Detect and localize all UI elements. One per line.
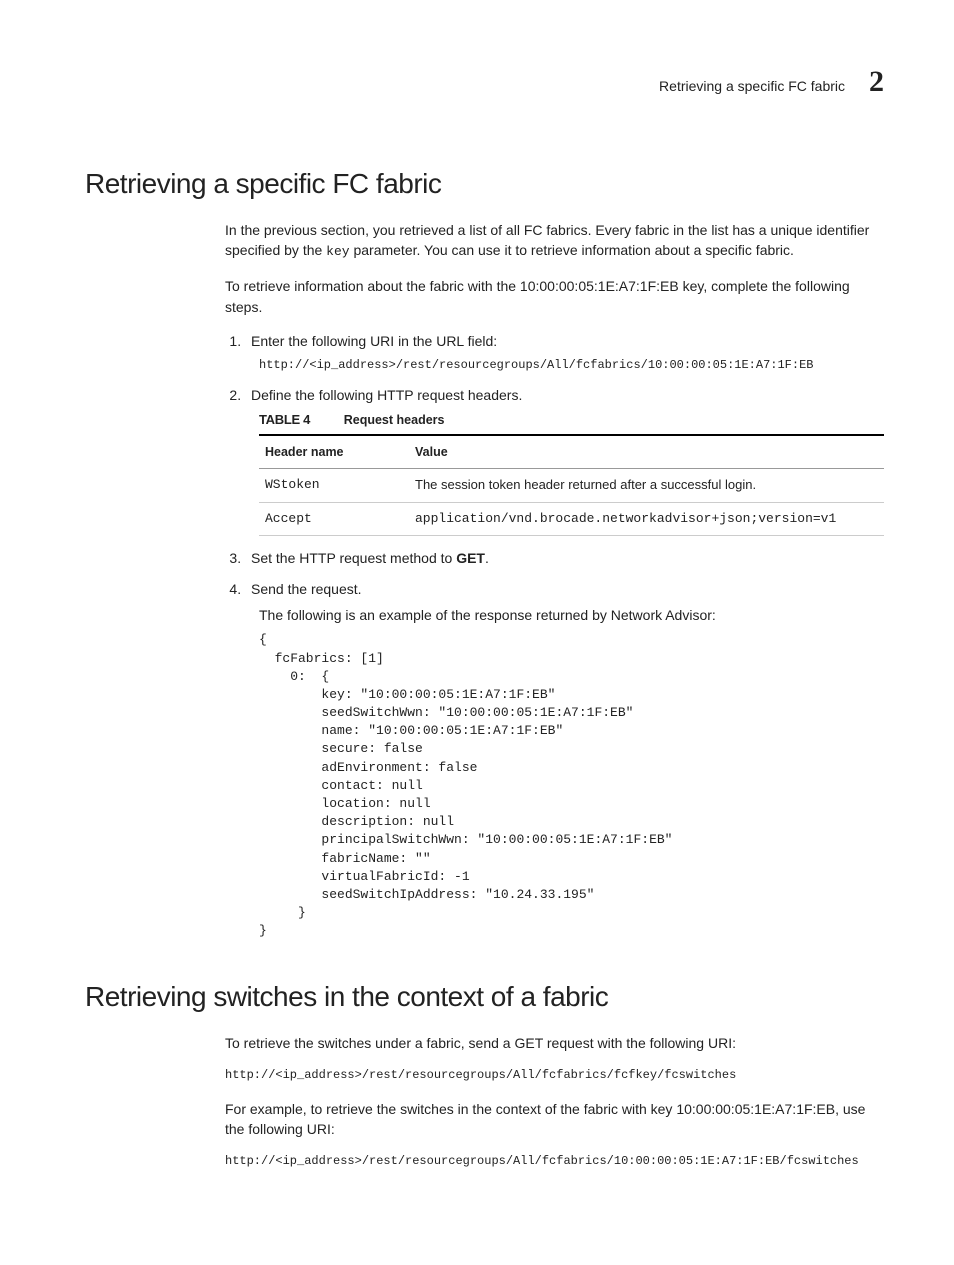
step-3-method: GET bbox=[456, 550, 485, 566]
document-page: Retrieving a specific FC fabric 2 Retrie… bbox=[0, 0, 954, 1265]
section-heading-retrieving-fabric: Retrieving a specific FC fabric bbox=[85, 164, 884, 205]
section2-p1: To retrieve the switches under a fabric,… bbox=[225, 1033, 884, 1053]
steps-list: Enter the following URI in the URL field… bbox=[225, 331, 884, 941]
step-4-text: Send the request. bbox=[251, 581, 362, 597]
header-value-cell: application/vnd.brocade.networkadvisor+j… bbox=[409, 502, 884, 536]
running-header: Retrieving a specific FC fabric 2 bbox=[85, 60, 884, 104]
table-row: Accept application/vnd.brocade.networkad… bbox=[259, 502, 884, 536]
section2-p2: For example, to retrieve the switches in… bbox=[225, 1099, 884, 1140]
chapter-number: 2 bbox=[869, 60, 884, 104]
request-headers-table: Header name Value WStoken The session to… bbox=[259, 434, 884, 537]
step-3: Set the HTTP request method to GET. bbox=[245, 548, 884, 568]
table-label: TABLE 4 bbox=[259, 412, 310, 427]
col-header-name: Header name bbox=[259, 435, 409, 469]
lead-paragraph: To retrieve information about the fabric… bbox=[225, 276, 884, 317]
col-header-value: Value bbox=[409, 435, 884, 469]
step-1-text: Enter the following URI in the URL field… bbox=[251, 333, 497, 349]
table-header-row: Header name Value bbox=[259, 435, 884, 469]
step-1: Enter the following URI in the URL field… bbox=[245, 331, 884, 375]
running-header-title: Retrieving a specific FC fabric bbox=[659, 76, 845, 96]
intro-paragraph: In the previous section, you retrieved a… bbox=[225, 220, 884, 262]
step-4-before-code: The following is an example of the respo… bbox=[259, 605, 884, 625]
header-name-cell: Accept bbox=[259, 502, 409, 536]
step-2-text: Define the following HTTP request header… bbox=[251, 387, 522, 403]
intro-key-literal: key bbox=[326, 244, 349, 259]
header-name-cell: WStoken bbox=[259, 468, 409, 502]
step-2: Define the following HTTP request header… bbox=[245, 385, 884, 537]
header-value-cell: The session token header returned after … bbox=[409, 468, 884, 502]
step-3-pre: Set the HTTP request method to bbox=[251, 550, 456, 566]
section-body: In the previous section, you retrieved a… bbox=[225, 220, 884, 940]
section2-uri2: http://<ip_address>/rest/resourcegroups/… bbox=[225, 1153, 884, 1170]
response-code-block: { fcFabrics: [1] 0: { key: "10:00:00:05:… bbox=[259, 631, 884, 940]
table-title: TABLE 4 Request headers bbox=[259, 411, 884, 430]
step-1-uri: http://<ip_address>/rest/resourcegroups/… bbox=[259, 357, 884, 374]
section2-uri1: http://<ip_address>/rest/resourcegroups/… bbox=[225, 1067, 884, 1084]
step-3-post: . bbox=[485, 550, 489, 566]
table-row: WStoken The session token header returne… bbox=[259, 468, 884, 502]
table-caption: Request headers bbox=[344, 413, 445, 427]
intro-text-post: parameter. You can use it to retrieve in… bbox=[350, 242, 794, 258]
section-heading-retrieving-switches: Retrieving switches in the context of a … bbox=[85, 977, 884, 1018]
step-4: Send the request. The following is an ex… bbox=[245, 579, 884, 941]
section2-body: To retrieve the switches under a fabric,… bbox=[225, 1033, 884, 1171]
